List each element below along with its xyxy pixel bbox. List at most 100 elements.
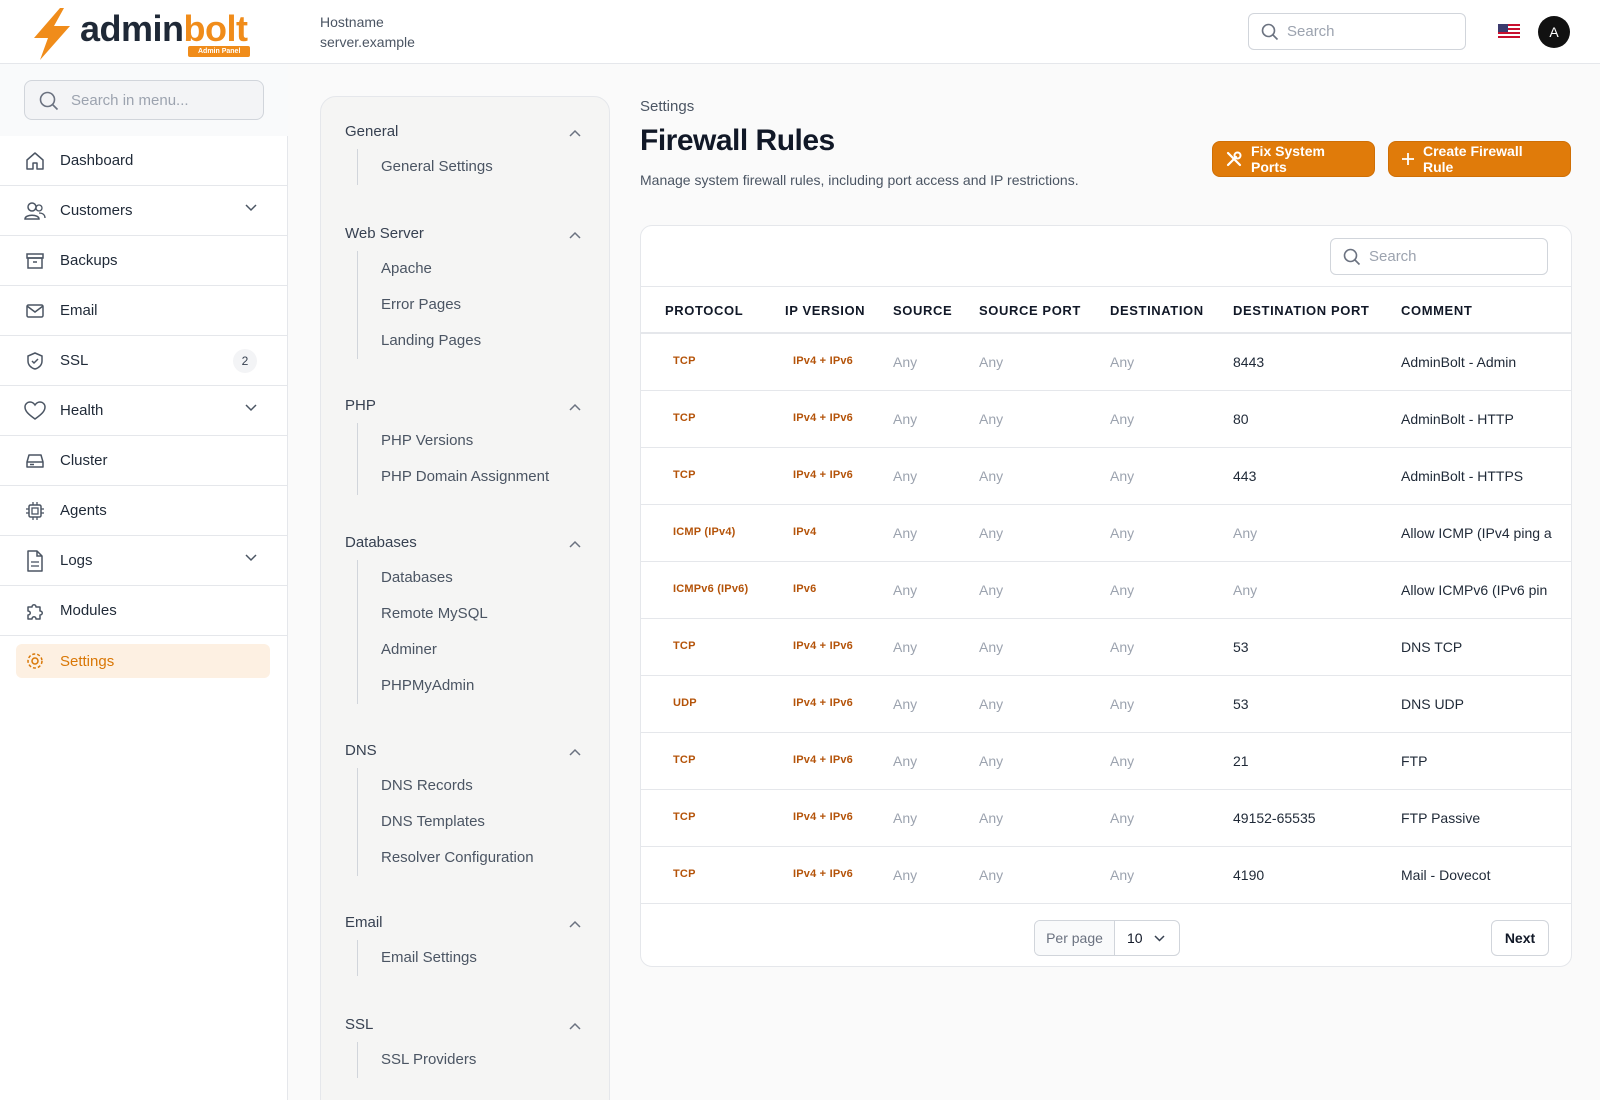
cell-destination-port: 21 [1233, 753, 1249, 769]
cell-ip-version: IPv4 [793, 526, 817, 538]
table-search-input[interactable] [1369, 239, 1539, 274]
cell-protocol: ICMPv6 (IPv6) [673, 583, 749, 595]
submenu-item-php-domain-assignment[interactable]: PHP Domain Assignment [358, 459, 549, 495]
sidebar-item-cluster[interactable]: Cluster [0, 436, 287, 486]
table-row[interactable]: UDP IPv4 + IPv6 Any Any Any 53 DNS UDP [641, 676, 1571, 733]
page-description: Manage system firewall rules, including … [640, 172, 1079, 188]
cell-destination-port: 80 [1233, 411, 1249, 427]
table-header: PROTOCOL IP VERSION SOURCE SOURCE PORT D… [641, 286, 1571, 334]
submenu-item-landing-pages[interactable]: Landing Pages [358, 323, 481, 359]
logo[interactable]: adminbolt Admin Panel [30, 6, 260, 60]
sidebar-item-dashboard[interactable]: Dashboard [0, 136, 287, 186]
cell-source: Any [893, 639, 918, 655]
submenu-item-ssl-providers[interactable]: SSL Providers [358, 1042, 476, 1078]
hostname-label: Hostname [320, 14, 384, 30]
sidebar-nav: Dashboard Customers Backups Email SSL 2 … [0, 136, 287, 686]
cell-ip-version: IPv4 + IPv6 [793, 811, 853, 823]
submenu-item-apache[interactable]: Apache [358, 251, 481, 287]
column-header-comment[interactable]: COMMENT [1401, 303, 1472, 318]
chevron-up-icon[interactable] [569, 1022, 581, 1030]
submenu-item-phpmyadmin[interactable]: PHPMyAdmin [358, 668, 488, 704]
table-row[interactable]: TCP IPv4 + IPv6 Any Any Any 80 AdminBolt - HTT… [641, 391, 1571, 448]
sidebar-item-logs[interactable]: Logs [0, 536, 287, 586]
chevron-up-icon[interactable] [569, 920, 581, 928]
sidebar-item-settings[interactable]: Settings [0, 636, 287, 686]
submenu-group-title[interactable]: DNS [345, 742, 377, 759]
table-row[interactable]: TCP IPv4 + IPv6 Any Any Any 49152-65535 FTP Pa… [641, 790, 1571, 847]
sidebar-item-modules[interactable]: Modules [0, 586, 287, 636]
cell-source: Any [893, 810, 918, 826]
submenu-item-general-settings[interactable]: General Settings [358, 149, 493, 185]
sidebar-item-label: Health [60, 402, 104, 419]
page-title: Firewall Rules [640, 124, 835, 157]
column-header-source-port[interactable]: SOURCE PORT [979, 303, 1081, 318]
chevron-up-icon[interactable] [569, 540, 581, 548]
avatar[interactable]: A [1538, 16, 1570, 48]
submenu-item-dns-records[interactable]: DNS Records [358, 768, 534, 804]
table-row[interactable]: ICMP (IPv4) IPv4 Any Any Any Any Allow ICMP (I… [641, 505, 1571, 562]
submenu-item-adminer[interactable]: Adminer [358, 632, 488, 668]
firewall-rules-table-card: PROTOCOL IP VERSION SOURCE SOURCE PORT D… [640, 225, 1572, 967]
submenu-item-resolver-configuration[interactable]: Resolver Configuration [358, 840, 534, 876]
global-search-input[interactable] [1287, 14, 1457, 49]
cell-ip-version: IPv4 + IPv6 [793, 754, 853, 766]
submenu-item-error-pages[interactable]: Error Pages [358, 287, 481, 323]
sidebar-item-agents[interactable]: Agents [0, 486, 287, 536]
cell-destination: Any [1110, 468, 1135, 484]
submenu-group-title[interactable]: Databases [345, 534, 417, 551]
fix-system-ports-button[interactable]: Fix System Ports [1212, 141, 1375, 177]
cell-destination: Any [1110, 525, 1135, 541]
column-header-source[interactable]: SOURCE [893, 303, 952, 318]
column-header-destination[interactable]: DESTINATION [1110, 303, 1204, 318]
submenu-group-title[interactable]: SSL [345, 1016, 373, 1033]
search-icon [1261, 23, 1279, 41]
submenu-item-dns-templates[interactable]: DNS Templates [358, 804, 534, 840]
sidebar-item-backups[interactable]: Backups [0, 236, 287, 286]
submenu-item-email-settings[interactable]: Email Settings [358, 940, 477, 976]
sidebar-search [24, 80, 264, 120]
sidebar-item-health[interactable]: Health [0, 386, 287, 436]
column-header-destination-port[interactable]: DESTINATION PORT [1233, 303, 1369, 318]
column-header-ip-version[interactable]: IP VERSION [785, 303, 865, 318]
chevron-up-icon[interactable] [569, 748, 581, 756]
cell-source: Any [893, 696, 918, 712]
table-row[interactable]: TCP IPv4 + IPv6 Any Any Any 8443 AdminBolt - A… [641, 334, 1571, 391]
column-header-protocol[interactable]: PROTOCOL [665, 303, 743, 318]
per-page-select[interactable]: 10 [1115, 921, 1179, 955]
mail-icon [24, 300, 46, 322]
table-row[interactable]: TCP IPv4 + IPv6 Any Any Any 53 DNS TCP [641, 619, 1571, 676]
cell-comment: FTP Passive [1401, 810, 1481, 826]
cell-protocol: TCP [673, 754, 696, 766]
chevron-up-icon[interactable] [569, 129, 581, 137]
submenu-item-databases[interactable]: Databases [358, 560, 488, 596]
document-icon [24, 549, 46, 572]
us-flag-icon[interactable] [1498, 24, 1520, 38]
submenu-group-title[interactable]: PHP [345, 397, 376, 414]
sidebar-item-ssl[interactable]: SSL 2 [0, 336, 287, 386]
chevron-up-icon[interactable] [569, 231, 581, 239]
table-search [1330, 238, 1548, 275]
cell-source-port: Any [979, 696, 1004, 712]
breadcrumb[interactable]: Settings [640, 98, 694, 115]
submenu-group-title[interactable]: Web Server [345, 225, 424, 242]
chevron-up-icon[interactable] [569, 403, 581, 411]
table-row[interactable]: ICMPv6 (IPv6) IPv6 Any Any Any Any Allow ICMPv… [641, 562, 1571, 619]
cell-protocol: TCP [673, 640, 696, 652]
search-icon [39, 91, 59, 111]
table-row[interactable]: TCP IPv4 + IPv6 Any Any Any 4190 Mail - Doveco… [641, 847, 1571, 904]
submenu-item-remote-mysql[interactable]: Remote MySQL [358, 596, 488, 632]
submenu-group-title[interactable]: Email [345, 914, 383, 931]
per-page-selector[interactable]: Per page 10 [1034, 920, 1180, 956]
sidebar-search-input[interactable] [71, 81, 251, 119]
next-page-button[interactable]: Next [1491, 920, 1549, 956]
submenu-item-php-versions[interactable]: PHP Versions [358, 423, 549, 459]
create-firewall-rule-button[interactable]: Create Firewall Rule [1388, 141, 1571, 177]
table-row[interactable]: TCP IPv4 + IPv6 Any Any Any 21 FTP [641, 733, 1571, 790]
sidebar-item-customers[interactable]: Customers [0, 186, 287, 236]
cell-destination-port: 4190 [1233, 867, 1265, 883]
cell-ip-version: IPv4 + IPv6 [793, 868, 853, 880]
table-row[interactable]: TCP IPv4 + IPv6 Any Any Any 443 AdminBolt - HT… [641, 448, 1571, 505]
sidebar-item-label: Agents [60, 502, 107, 519]
submenu-group-title[interactable]: General [345, 123, 398, 140]
sidebar-item-email[interactable]: Email [0, 286, 287, 336]
